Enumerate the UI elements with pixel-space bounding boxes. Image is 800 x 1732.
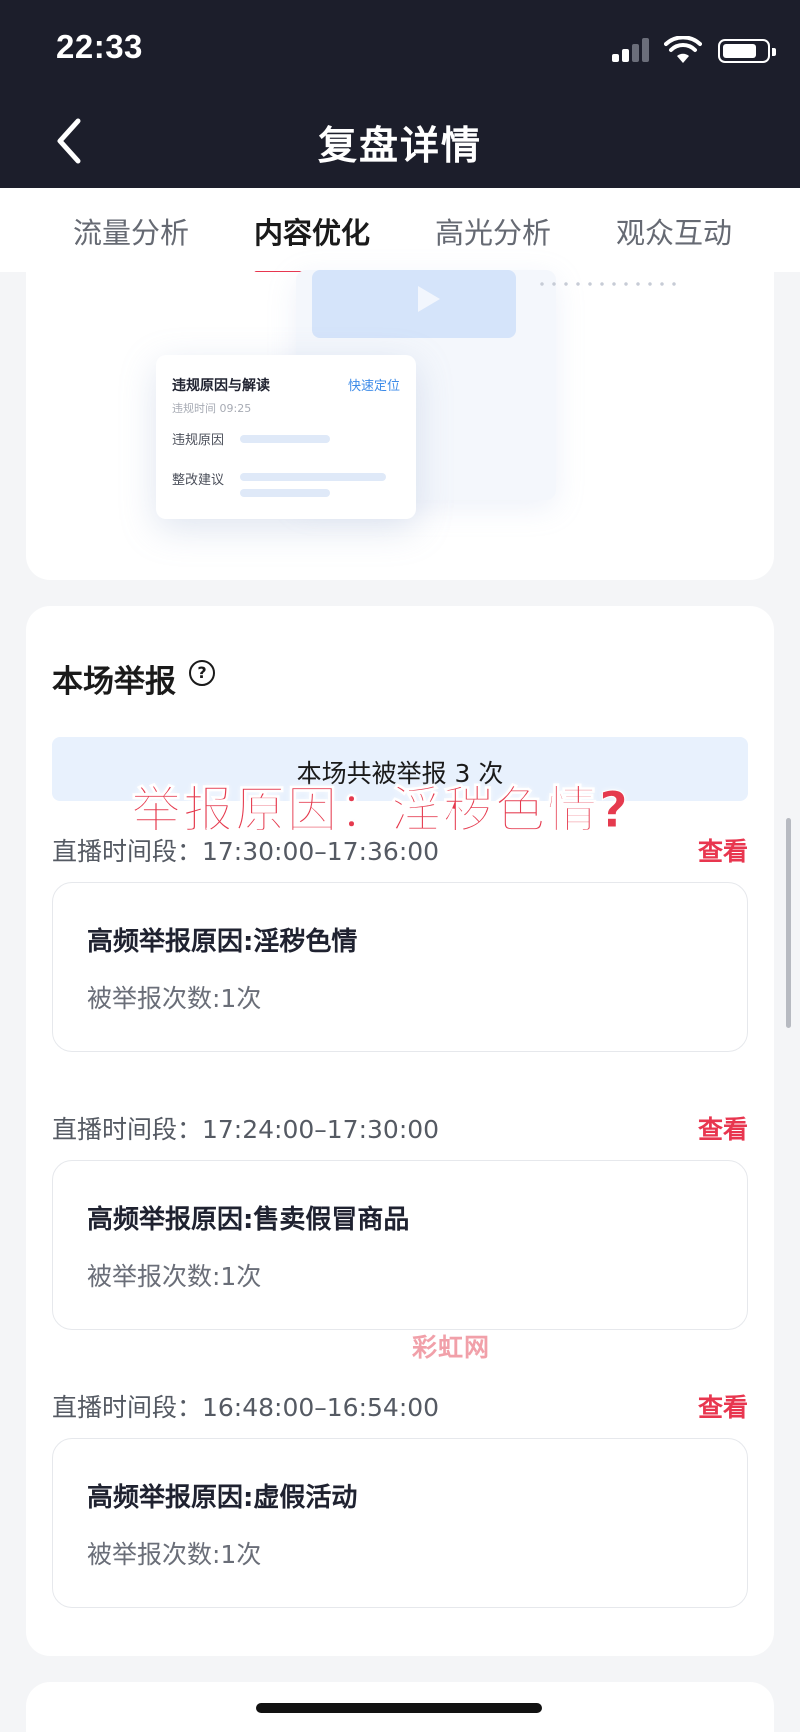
play-icon [418, 286, 440, 312]
report-card: 本场举报 ? 本场共被举报 3 次 举报原因：淫秽色情? 直播时间段：17:30… [26, 606, 774, 1656]
signal-icon [612, 38, 650, 62]
illustration-panel: 违规原因与解读 快速定位 违规时间 09:25 违规原因 整改建议 [156, 355, 416, 519]
home-indicator[interactable] [256, 1703, 542, 1713]
page-title: 复盘详情 [317, 124, 482, 169]
slot-time-range: 直播时间段：16:48:00–16:54:00 [52, 1393, 440, 1422]
illustration-video [312, 270, 516, 338]
wifi-icon [664, 36, 702, 63]
illustration-bar [240, 489, 330, 497]
view-button[interactable]: 查看 [698, 1110, 748, 1146]
app-header: 22:33 复盘详情 [0, 0, 800, 188]
view-button[interactable]: 查看 [698, 1388, 748, 1424]
report-slot-card: 高频举报原因:虚假活动 被举报次数:1次 [52, 1438, 748, 1608]
slot-reason: 高频举报原因:虚假活动 [87, 1483, 358, 1513]
report-slot-card: 高频举报原因:售卖假冒商品 被举报次数:1次 [52, 1160, 748, 1330]
report-section-title: 本场举报 [52, 664, 176, 700]
illustration-bar [240, 473, 386, 481]
illustration-panel-title: 违规原因与解读 [172, 378, 270, 394]
illustration-bar [240, 435, 330, 443]
slot-time-range: 直播时间段：17:30:00–17:36:00 [52, 837, 440, 866]
slot-count: 被举报次数:1次 [87, 1540, 262, 1569]
watermark: 彩虹网 [412, 1333, 491, 1362]
status-icons [570, 36, 776, 63]
illustration-row-label: 违规原因 [172, 433, 225, 448]
illustration-panel-time: 违规时间 09:25 [172, 402, 252, 415]
slot-count: 被举报次数:1次 [87, 984, 262, 1013]
slot-reason: 高频举报原因:售卖假冒商品 [87, 1205, 410, 1235]
battery-level [723, 44, 756, 58]
report-slot-card: 高频举报原因:淫秽色情 被举报次数:1次 [52, 882, 748, 1052]
slot-count: 被举报次数:1次 [87, 1262, 262, 1291]
view-button[interactable]: 查看 [698, 832, 748, 868]
status-time: 22:33 [56, 28, 143, 65]
illustration-dots [536, 282, 676, 286]
battery-icon [718, 39, 776, 63]
illustration-panel-link: 快速定位 [347, 379, 400, 394]
slot-time-range: 直播时间段：17:24:00–17:30:00 [52, 1115, 440, 1144]
scrollbar[interactable] [786, 818, 791, 1028]
illustration-row-label: 整改建议 [172, 473, 225, 488]
question-circle-icon[interactable]: ? [189, 660, 215, 686]
illustration: 违规原因与解读 快速定位 违规时间 09:25 违规原因 整改建议 [26, 240, 774, 580]
slot-reason: 高频举报原因:淫秽色情 [87, 927, 358, 957]
illustration-card: 违规原因与解读 快速定位 违规时间 09:25 违规原因 整改建议 [26, 270, 774, 580]
